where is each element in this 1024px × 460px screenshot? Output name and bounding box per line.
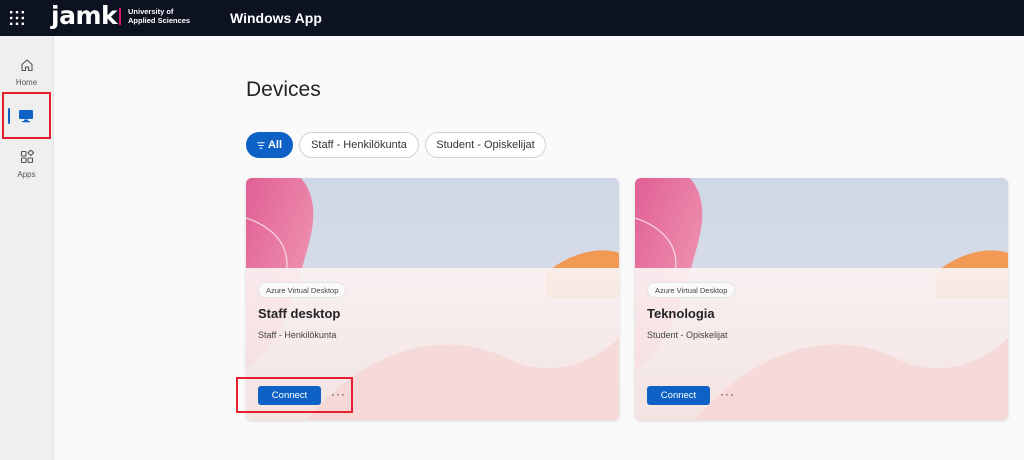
- active-indicator: [8, 108, 10, 124]
- app-title: Windows App: [230, 10, 322, 26]
- device-name: Teknologia: [647, 306, 715, 321]
- top-bar: jamk University of Applied Sciences Wind…: [0, 0, 1024, 36]
- logo-sub-line2: Applied Sciences: [128, 15, 191, 25]
- more-options-icon[interactable]: ···: [720, 387, 735, 401]
- logo-subtitle: University of Applied Sciences: [128, 7, 191, 25]
- filter-icon: [257, 141, 265, 149]
- home-icon: [20, 59, 33, 72]
- sidebar: Home Apps: [0, 36, 54, 460]
- page-title: Devices: [246, 78, 321, 101]
- logo-text: jamk: [51, 1, 118, 30]
- waffle-icon[interactable]: [10, 11, 24, 25]
- filter-chip-all[interactable]: All: [246, 132, 293, 158]
- device-type-badge: Azure Virtual Desktop: [258, 282, 347, 298]
- apps-icon: [20, 149, 34, 164]
- sidebar-item-home[interactable]: Home: [0, 58, 53, 87]
- filter-chip-student[interactable]: Student - Opiskelijat: [425, 132, 546, 158]
- device-card: Azure Virtual Desktop Teknologia Student…: [635, 178, 1008, 420]
- highlight-box: [236, 377, 353, 413]
- filter-chip-label: Staff - Henkilökunta: [311, 139, 407, 151]
- device-type-badge: Azure Virtual Desktop: [647, 282, 736, 298]
- filter-chip-label: All: [267, 139, 282, 151]
- device-workspace: Staff - Henkilökunta: [258, 330, 337, 340]
- logo-divider: [119, 8, 121, 25]
- monitor-icon: [19, 110, 33, 123]
- sidebar-item-label: Home: [15, 78, 38, 87]
- filter-chip-label: Student - Opiskelijat: [436, 139, 535, 151]
- sidebar-item-devices[interactable]: [2, 92, 51, 139]
- sidebar-item-apps[interactable]: Apps: [0, 149, 53, 179]
- connect-button[interactable]: Connect: [647, 386, 710, 405]
- device-name: Staff desktop: [258, 306, 341, 321]
- filter-chip-staff[interactable]: Staff - Henkilökunta: [299, 132, 419, 158]
- device-workspace: Student - Opiskelijat: [647, 330, 728, 340]
- sidebar-item-label: Apps: [17, 170, 36, 179]
